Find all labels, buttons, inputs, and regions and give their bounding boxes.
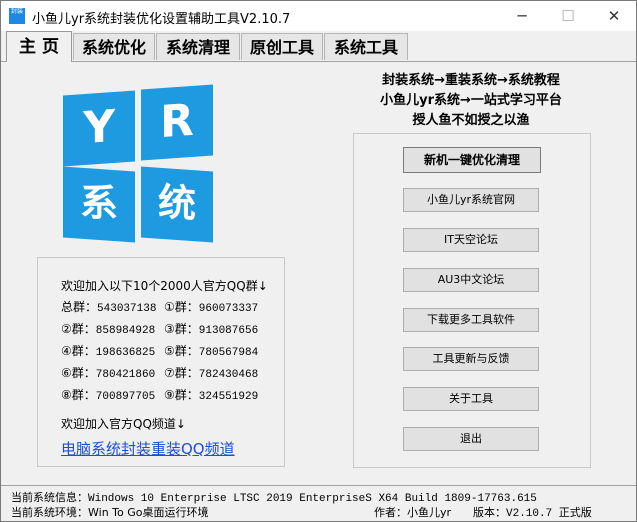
qq-group-row: ①群：960073337	[164, 298, 258, 315]
qq-group-number: 780567984	[198, 347, 259, 359]
slogan-line-3: 授人鱼不如授之以渔	[412, 113, 530, 128]
status-bar: 当前系统信息：Windows 10 Enterprise LTSC 2019 E…	[1, 485, 636, 522]
qq-group-label: ④群：	[61, 344, 96, 358]
slogan-line-2: 小鱼儿yr系统→一站式学习平台	[380, 93, 562, 108]
slogan-line-1: 封装系统→重装系统→系统教程	[382, 73, 560, 88]
window-title: 小鱼儿yr系统封装优化设置辅助工具V2.10.7	[32, 12, 291, 27]
qq-group-number: 324551929	[198, 391, 259, 403]
download-tools-button[interactable]: 下载更多工具软件	[403, 308, 539, 332]
qq-group-number: 543037138	[97, 303, 157, 315]
logo-tile-y: Y	[63, 90, 135, 167]
author-value: 小鱼儿yr	[407, 506, 452, 519]
qq-group-label: ⑥群：	[61, 366, 96, 380]
qq-group-row: ④群：198636825	[61, 342, 155, 359]
version-value: V2.10.7 正式版	[506, 508, 592, 520]
qq-group-row: ⑧群：700897705	[61, 386, 155, 403]
tab-system-clean[interactable]: 系统清理	[156, 33, 240, 60]
qq-group-row: ③群：913087656	[164, 320, 258, 337]
qq-group-number: 960073337	[198, 303, 259, 315]
qq-group-label: ⑤群：	[164, 344, 199, 358]
qq-channel-link[interactable]: 电脑系统封装重装QQ频道	[61, 438, 235, 459]
qq-group-label: ③群：	[164, 322, 199, 336]
system-env-label: 当前系统环境：	[11, 506, 88, 519]
qq-group-label: ②群：	[61, 322, 96, 336]
qq-group-label: 总群：	[61, 300, 98, 314]
exit-button[interactable]: 退出	[403, 427, 539, 451]
logo-tile-xi: 系	[63, 166, 135, 243]
qq-group-label: ①群：	[164, 300, 199, 314]
system-info-label: 当前系统信息：	[11, 491, 88, 504]
tab-original-tools[interactable]: 原创工具	[241, 33, 323, 60]
author-info: 作者：小鱼儿yr	[374, 504, 451, 520]
website-button[interactable]: 小鱼儿yr系统官网	[403, 188, 539, 212]
qq-group-number: 858984928	[95, 325, 156, 337]
title-bar[interactable]: 封装 小鱼儿yr系统封装优化设置辅助工具V2.10.7 ─ ☐ ✕	[1, 1, 636, 31]
about-button[interactable]: 关于工具	[403, 387, 539, 411]
author-label: 作者：	[374, 506, 407, 519]
qq-channel-text: 欢迎加入官方QQ频道↓	[61, 417, 186, 431]
qq-group-label: ⑧群：	[61, 388, 96, 402]
qq-group-row: ⑤群：780567984	[164, 342, 258, 359]
qq-group-label: ⑦群：	[164, 366, 199, 380]
it-forum-button[interactable]: IT天空论坛	[403, 228, 539, 252]
version-label: 版本：	[473, 506, 506, 519]
qq-groups-header: 欢迎加入以下10个2000人官方QQ群↓	[61, 279, 268, 293]
app-window: 封装 小鱼儿yr系统封装优化设置辅助工具V2.10.7 ─ ☐ ✕ 主 页 系统…	[0, 0, 637, 522]
yr-system-logo: Y R 系 统	[63, 84, 215, 243]
qq-group-row: ②群：858984928	[61, 320, 155, 337]
update-feedback-button[interactable]: 工具更新与反馈	[403, 347, 539, 371]
tab-home[interactable]: 主 页	[6, 31, 72, 62]
minimize-button[interactable]: ─	[499, 1, 545, 31]
tab-system-optimize[interactable]: 系统优化	[73, 33, 155, 60]
qq-group-number: 913087656	[198, 325, 259, 337]
logo-tile-tong: 统	[141, 166, 213, 243]
app-icon: 封装	[9, 8, 25, 24]
au3-forum-button[interactable]: AU3中文论坛	[403, 268, 539, 292]
system-info: 当前系统信息：Windows 10 Enterprise LTSC 2019 E…	[11, 489, 537, 505]
tab-system-tools[interactable]: 系统工具	[324, 33, 408, 60]
qq-group-number: 780421860	[95, 369, 156, 381]
qq-group-row: ⑦群：782430468	[164, 364, 258, 381]
maximize-button[interactable]: ☐	[545, 1, 591, 31]
tab-bar: 主 页 系统优化 系统清理 原创工具 系统工具	[1, 31, 636, 62]
optimize-clean-button[interactable]: 新机一键优化清理	[403, 147, 541, 173]
qq-group-number: 782430468	[198, 369, 259, 381]
system-env: 当前系统环境：Win To Go桌面运行环境	[11, 504, 209, 520]
qq-group-row: ⑨群：324551929	[164, 386, 258, 403]
close-button[interactable]: ✕	[591, 1, 637, 31]
qq-group-row: 总群：543037138	[61, 298, 156, 315]
logo-tile-r: R	[141, 84, 213, 161]
qq-group-number: 700897705	[95, 391, 156, 403]
version-info: 版本：V2.10.7 正式版	[473, 504, 592, 520]
system-env-value: Win To Go桌面运行环境	[88, 506, 209, 519]
qq-group-number: 198636825	[95, 347, 156, 359]
qq-group-label: ⑨群：	[164, 388, 199, 402]
actions-panel	[353, 133, 591, 468]
qq-group-row: ⑥群：780421860	[61, 364, 155, 381]
